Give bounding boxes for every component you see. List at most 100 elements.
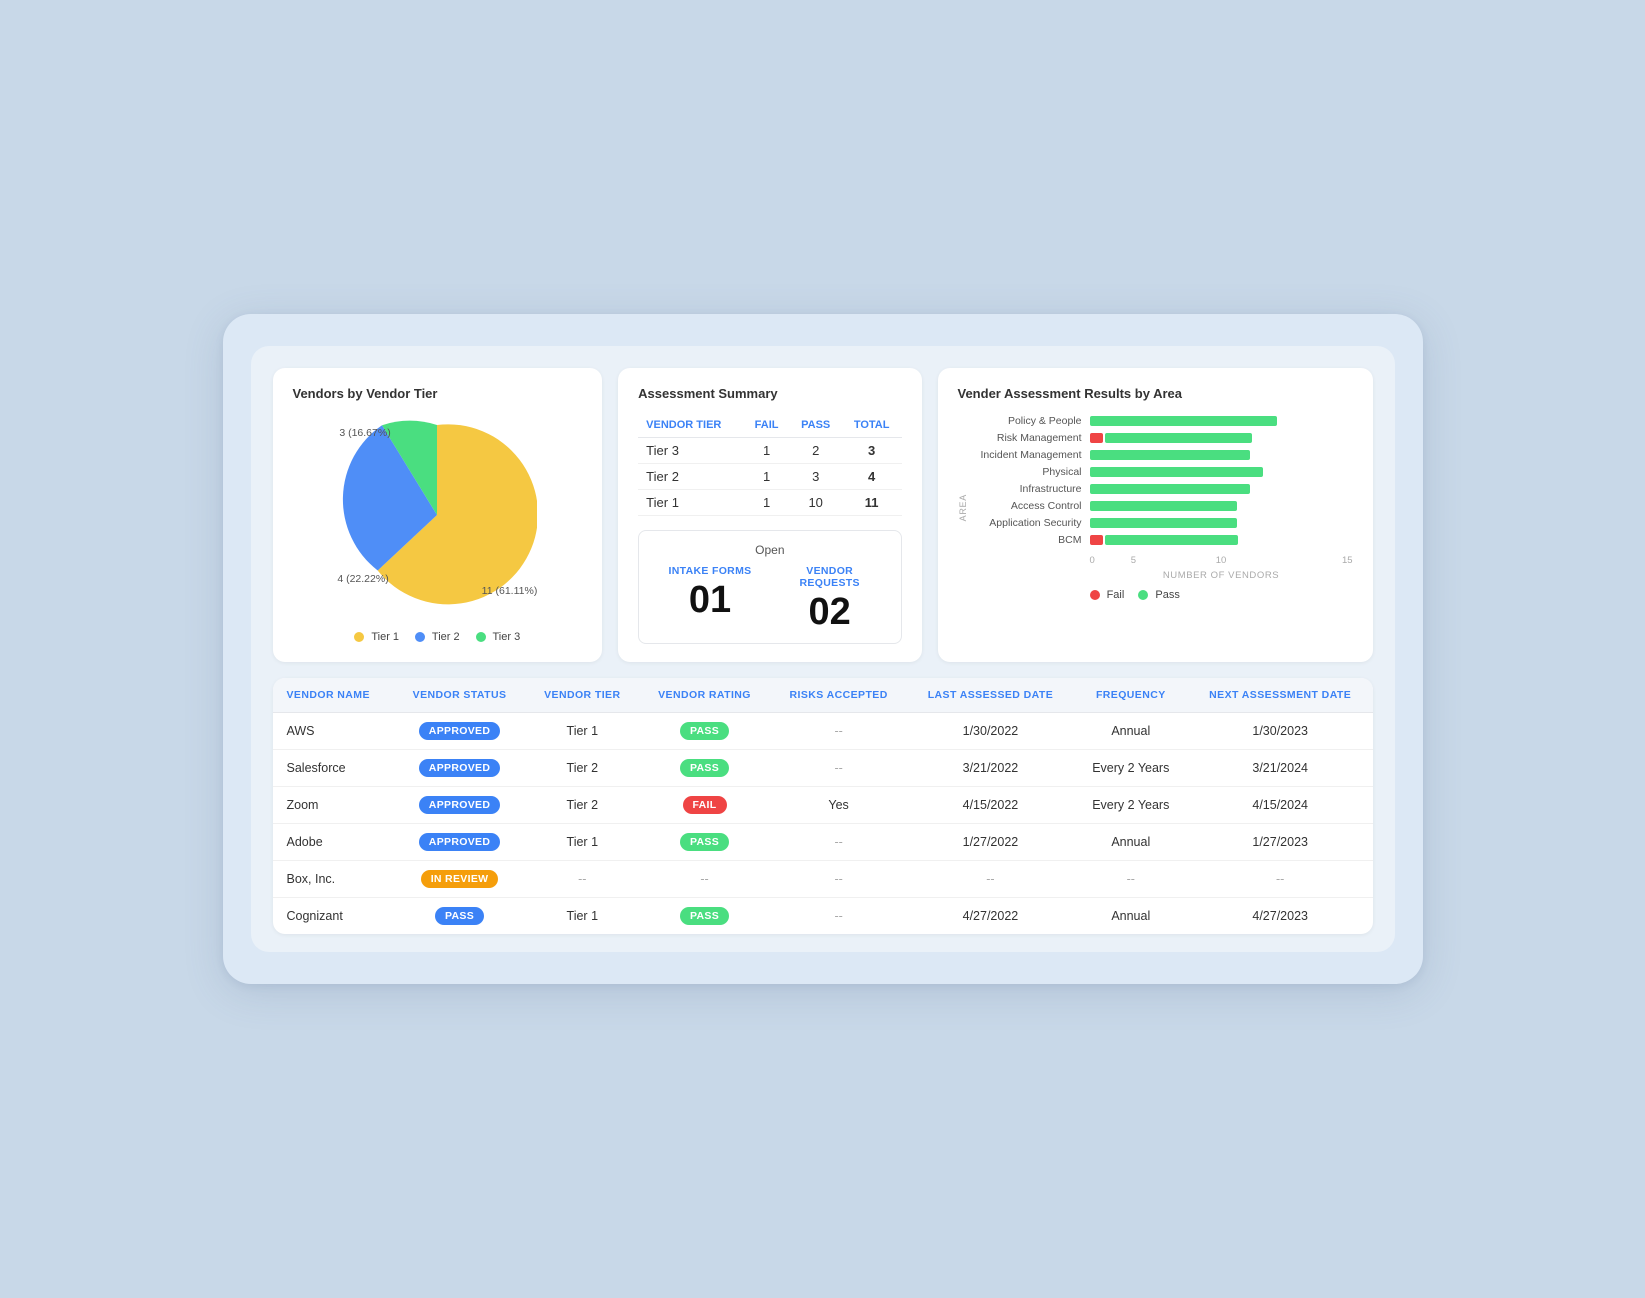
pass-bar xyxy=(1090,484,1250,494)
vendor-table-row: Cognizant PASS Tier 1 PASS -- 4/27/2022 … xyxy=(273,898,1373,935)
open-section: Open INTAKE FORMS 01 VENDOR REQUESTS 02 xyxy=(638,530,901,644)
vendor-tier: Tier 2 xyxy=(526,750,639,787)
vendor-last-date: 4/15/2022 xyxy=(907,787,1074,824)
vendor-next-date: 4/15/2024 xyxy=(1188,787,1373,824)
summary-total: 3 xyxy=(842,438,902,464)
vendor-col-header: NEXT ASSESSMENT DATE xyxy=(1188,678,1373,713)
vendor-next-date: 1/27/2023 xyxy=(1188,824,1373,861)
vendor-tier: Tier 1 xyxy=(526,824,639,861)
vendor-table-row: Salesforce APPROVED Tier 2 PASS -- 3/21/… xyxy=(273,750,1373,787)
bar-bars xyxy=(1090,416,1353,426)
vendor-last-date: -- xyxy=(907,861,1074,898)
bar-row: Application Security xyxy=(970,517,1353,529)
vendor-table-row: Box, Inc. IN REVIEW -- -- -- -- -- -- xyxy=(273,861,1373,898)
bar-chart-area: Policy & People Risk Management Incident… xyxy=(970,415,1353,551)
bar-legend: Fail Pass xyxy=(1090,589,1353,601)
pass-bar xyxy=(1090,450,1250,460)
legend-tier1: Tier 1 xyxy=(354,631,399,643)
vendor-rating: PASS xyxy=(639,713,770,750)
vendor-col-header: RISKS ACCEPTED xyxy=(770,678,907,713)
vendor-frequency: Every 2 Years xyxy=(1074,750,1188,787)
vendor-next-date: 4/27/2023 xyxy=(1188,898,1373,935)
summary-pass: 2 xyxy=(790,438,842,464)
y-axis-label: AREA xyxy=(958,494,968,521)
bar-chart-card: Vender Assessment Results by Area AREA P… xyxy=(938,368,1373,662)
vendor-name: Zoom xyxy=(273,787,394,824)
tier3-dot xyxy=(476,632,486,642)
vendor-col-header: VENDOR RATING xyxy=(639,678,770,713)
vendor-frequency: -- xyxy=(1074,861,1188,898)
pie-legend: Tier 1 Tier 2 Tier 3 xyxy=(354,631,520,643)
bar-label: Application Security xyxy=(970,517,1090,529)
bar-legend-pass: Pass xyxy=(1138,589,1180,601)
bar-chart-content: Policy & People Risk Management Incident… xyxy=(970,415,1353,601)
vendor-rating: PASS xyxy=(639,898,770,935)
summary-tier: Tier 2 xyxy=(638,464,743,490)
vendor-name: Adobe xyxy=(273,824,394,861)
vendor-table: VENDOR NAMEVENDOR STATUSVENDOR TIERVENDO… xyxy=(273,678,1373,934)
tier1-dot xyxy=(354,632,364,642)
vendor-next-date: 3/21/2024 xyxy=(1188,750,1373,787)
vendor-name: Cognizant xyxy=(273,898,394,935)
summary-row: Tier 2 1 3 4 xyxy=(638,464,901,490)
pass-bar xyxy=(1105,535,1238,545)
vendor-requests-value: 02 xyxy=(775,593,885,631)
pie-chart-wrap: 3 (16.67%) 4 (22.22%) 11 (61.11%) xyxy=(337,415,537,615)
legend-tier3: Tier 3 xyxy=(476,631,521,643)
assessment-summary-card: Assessment Summary VENDOR TIER FAIL PASS… xyxy=(618,368,921,662)
vendor-risks: -- xyxy=(770,861,907,898)
assessment-summary-title: Assessment Summary xyxy=(638,386,901,401)
pie-container: 3 (16.67%) 4 (22.22%) 11 (61.11%) Tier 1… xyxy=(293,415,583,643)
summary-fail: 1 xyxy=(744,464,790,490)
col-vendor-tier: VENDOR TIER xyxy=(638,415,743,438)
open-label: Open xyxy=(655,543,884,557)
tier2-dot xyxy=(415,632,425,642)
bar-bars xyxy=(1090,535,1353,545)
fail-dot xyxy=(1090,590,1100,600)
pass-bar xyxy=(1105,433,1252,443)
pie-label-tier1: 11 (61.11%) xyxy=(482,585,538,597)
fail-bar xyxy=(1090,433,1103,443)
legend-tier2: Tier 2 xyxy=(415,631,460,643)
vendor-table-row: AWS APPROVED Tier 1 PASS -- 1/30/2022 An… xyxy=(273,713,1373,750)
dashboard: Vendors by Vendor Tier xyxy=(251,346,1395,952)
bar-bars xyxy=(1090,467,1353,477)
vendor-frequency: Every 2 Years xyxy=(1074,787,1188,824)
summary-tier: Tier 1 xyxy=(638,490,743,516)
vendor-last-date: 1/27/2022 xyxy=(907,824,1074,861)
summary-fail: 1 xyxy=(744,438,790,464)
bar-row: BCM xyxy=(970,534,1353,546)
pie-chart-title: Vendors by Vendor Tier xyxy=(293,386,583,401)
bar-row: Incident Management xyxy=(970,449,1353,461)
summary-tier: Tier 3 xyxy=(638,438,743,464)
vendor-last-date: 4/27/2022 xyxy=(907,898,1074,935)
vendor-tier: -- xyxy=(526,861,639,898)
pass-bar xyxy=(1090,467,1263,477)
vendor-col-header: VENDOR TIER xyxy=(526,678,639,713)
vendor-requests-label: VENDOR REQUESTS xyxy=(775,565,885,589)
col-fail: FAIL xyxy=(744,415,790,438)
vendor-name: Box, Inc. xyxy=(273,861,394,898)
vendor-status: APPROVED xyxy=(393,750,525,787)
rating-badge: PASS xyxy=(680,722,729,740)
summary-table: VENDOR TIER FAIL PASS TOTAL Tier 3 1 2 3… xyxy=(638,415,901,516)
pie-chart-card: Vendors by Vendor Tier xyxy=(273,368,603,662)
intake-forms-label: INTAKE FORMS xyxy=(655,565,765,577)
pass-dot xyxy=(1138,590,1148,600)
vendor-table-row: Adobe APPROVED Tier 1 PASS -- 1/27/2022 … xyxy=(273,824,1373,861)
vendor-next-date: -- xyxy=(1188,861,1373,898)
vendor-last-date: 1/30/2022 xyxy=(907,713,1074,750)
vendor-risks: -- xyxy=(770,898,907,935)
vendor-next-date: 1/30/2023 xyxy=(1188,713,1373,750)
vendor-status: APPROVED xyxy=(393,713,525,750)
vendor-risks: -- xyxy=(770,713,907,750)
x-axis-ticks: 0 5 10 15 xyxy=(1090,555,1353,566)
bar-row: Physical xyxy=(970,466,1353,478)
summary-row: Tier 1 1 10 11 xyxy=(638,490,901,516)
pie-label-tier2: 4 (22.22%) xyxy=(337,573,388,585)
vendor-tier: Tier 1 xyxy=(526,713,639,750)
bar-label: BCM xyxy=(970,534,1090,546)
summary-pass: 3 xyxy=(790,464,842,490)
x-axis-title: NUMBER OF VENDORS xyxy=(1090,570,1353,581)
vendor-rating: PASS xyxy=(639,750,770,787)
